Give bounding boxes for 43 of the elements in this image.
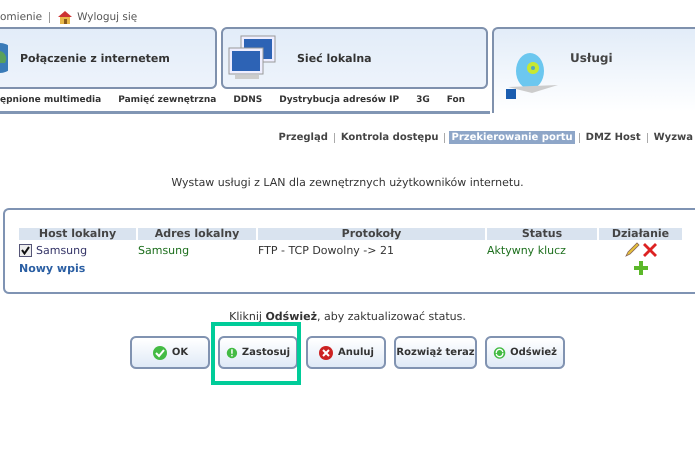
column-header: Status	[487, 228, 597, 240]
sub-tab[interactable]: ępnione multimedia	[0, 95, 102, 105]
globe-icon	[0, 43, 8, 73]
column-header: Host lokalny	[19, 228, 136, 240]
nav-link[interactable]: omienie	[0, 11, 42, 23]
table-cell-text: Samsung	[138, 242, 190, 258]
host-link[interactable]: Samsung	[36, 244, 88, 256]
status-note: Kliknij Odśwież, aby zaktualizować status.	[228, 310, 467, 323]
button[interactable]: OK	[130, 336, 210, 369]
main-tab[interactable]: Połączenie z internetem	[0, 27, 217, 89]
tab-label: Sieć lokalna	[297, 52, 372, 64]
main-tab[interactable]: Usługi	[492, 27, 695, 113]
sub-tab[interactable]: Pamięć zewnętrzna	[118, 95, 216, 105]
nav-link[interactable]: Wyloguj się	[77, 11, 138, 23]
section-tab[interactable]: Przegląd	[276, 131, 330, 144]
column-header: Działanie	[599, 228, 682, 240]
main-tab[interactable]: Sieć lokalna	[221, 27, 488, 89]
column-header: Protokoły	[258, 228, 485, 240]
checkbox[interactable]	[19, 244, 32, 256]
section-tab[interactable]: Kontrola dostępu	[338, 131, 440, 144]
pencil-icon[interactable]	[624, 242, 640, 258]
sub-tab[interactable]: 3G	[416, 95, 430, 105]
button[interactable]: Zastosuj	[218, 336, 298, 369]
section-tab[interactable]: Wyzwa	[652, 131, 695, 144]
description: Wystaw usługi z LAN dla zewnętrznych użytkowników internetu.	[170, 176, 525, 189]
check-icon	[152, 344, 168, 360]
button[interactable]: Odśwież	[485, 336, 565, 369]
delete-icon[interactable]	[642, 242, 658, 258]
table-cell-text: FTP - TCP Dowolny -> 21	[258, 242, 395, 258]
tab-label: Usługi	[570, 51, 613, 65]
tab-label: Połączenie z internetem	[20, 52, 170, 64]
column-header: Adres lokalny	[138, 228, 256, 240]
button[interactable]: Anuluj	[306, 336, 386, 369]
table-cell-text: Aktywny klucz	[487, 242, 567, 258]
sub-tab[interactable]: Dystrybucja adresów IP	[279, 95, 400, 105]
button[interactable]: Rozwiąż teraz	[394, 336, 477, 369]
house-icon	[57, 10, 74, 24]
refresh-icon	[493, 344, 506, 360]
sub-tab[interactable]: DDNS	[233, 95, 262, 105]
section-tab[interactable]: DMZ Host	[584, 131, 643, 144]
cancel-icon	[318, 344, 334, 360]
new-entry-link[interactable]: Nowy wpis	[19, 262, 86, 274]
sub-tab[interactable]: Fon	[446, 95, 466, 105]
